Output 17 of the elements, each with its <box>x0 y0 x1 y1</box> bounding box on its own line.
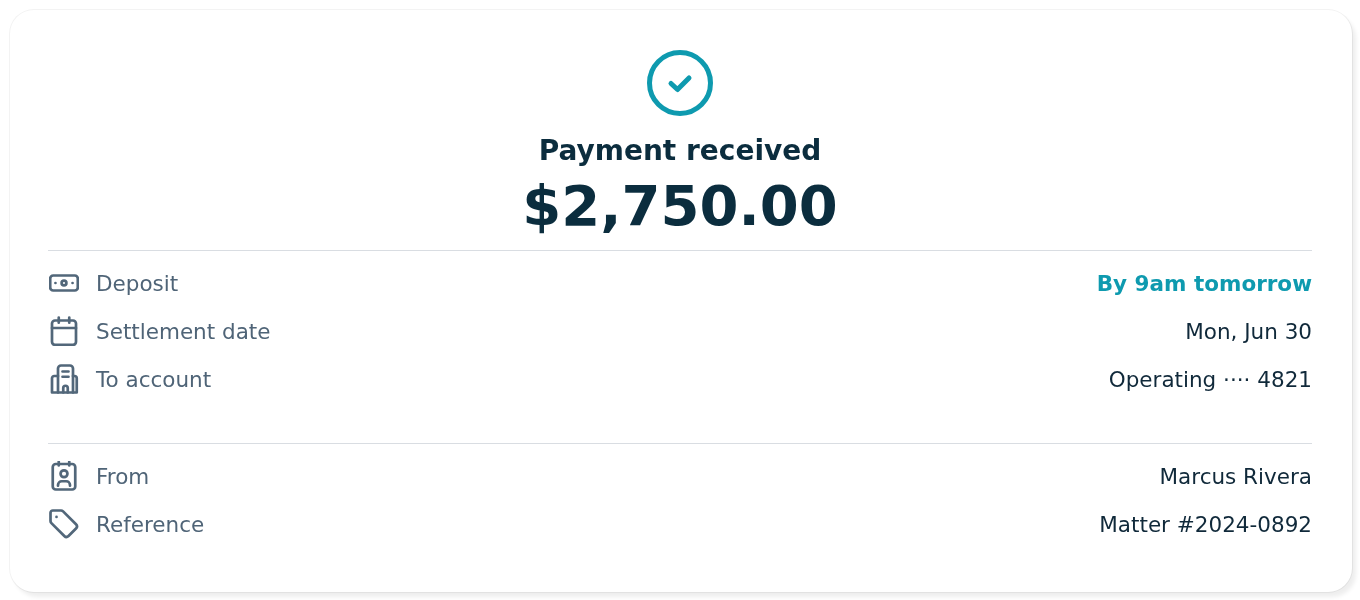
detail-label: Deposit <box>96 270 179 296</box>
detail-value: Marcus Rivera <box>1159 463 1312 489</box>
detail-value: Matter #2024-0892 <box>1099 511 1312 537</box>
detail-value: Operating ···· 4821 <box>1108 366 1312 392</box>
detail-label: Settlement date <box>96 318 271 344</box>
id-badge-icon <box>49 461 79 491</box>
detail-label: From <box>96 463 150 489</box>
tag-icon <box>49 509 79 539</box>
detail-value: By 9am tomorrow <box>1096 270 1312 296</box>
detail-label: Reference <box>96 511 205 537</box>
building-icon <box>49 364 79 394</box>
payment-amount: $2,750.00 <box>522 174 838 238</box>
success-check-icon <box>647 50 713 116</box>
status-title: Payment received <box>538 134 822 168</box>
calendar-icon <box>49 316 79 346</box>
detail-label: To account <box>96 366 212 392</box>
detail-value: Mon, Jun 30 <box>1185 318 1312 344</box>
